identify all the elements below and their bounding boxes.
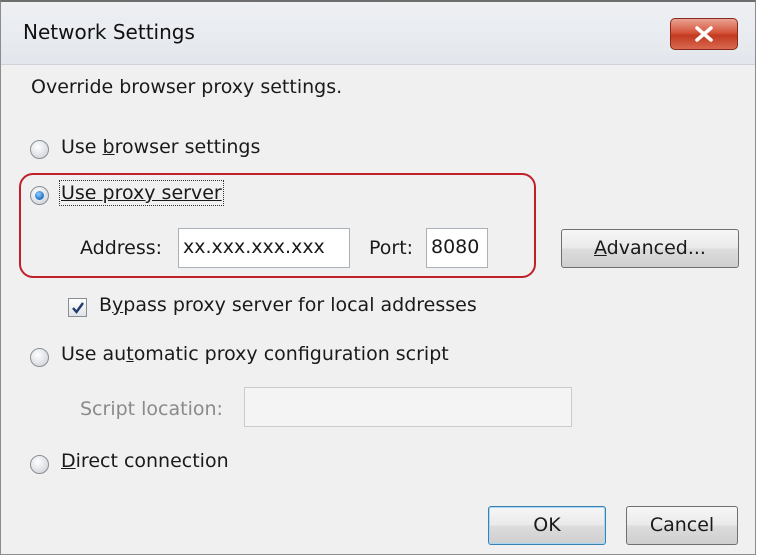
- checkmark-icon: [72, 302, 84, 314]
- ok-button[interactable]: OK: [488, 506, 606, 545]
- close-icon: [695, 26, 713, 42]
- advanced-button[interactable]: Advanced...: [561, 229, 739, 268]
- radio-auto-config-script[interactable]: [30, 348, 49, 367]
- script-location-field[interactable]: [244, 387, 572, 427]
- dialog-description: Override browser proxy settings.: [31, 76, 343, 98]
- radio-use-proxy-server-label[interactable]: Use proxy server: [59, 180, 224, 206]
- script-location-label: Script location:: [80, 398, 223, 420]
- radio-direct-connection[interactable]: [30, 455, 49, 474]
- radio-direct-connection-label[interactable]: Direct connection: [61, 450, 229, 472]
- bypass-checkbox[interactable]: [68, 298, 87, 317]
- bypass-checkbox-label[interactable]: Bypass proxy server for local addresses: [99, 294, 477, 316]
- radio-browser-settings-label[interactable]: Use browser settings: [61, 136, 260, 158]
- close-button[interactable]: [670, 18, 738, 50]
- radio-use-proxy-server[interactable]: [30, 186, 49, 205]
- address-label: Address:: [80, 237, 163, 259]
- port-field[interactable]: 8080: [426, 228, 488, 268]
- network-settings-dialog: Network Settings Override browser proxy …: [0, 0, 756, 555]
- port-label: Port:: [369, 237, 414, 259]
- address-field[interactable]: xx.xxx.xxx.xxx: [178, 228, 350, 268]
- radio-browser-settings[interactable]: [30, 140, 49, 159]
- cancel-button[interactable]: Cancel: [626, 506, 738, 545]
- title-bar: Network Settings: [1, 2, 755, 65]
- dialog-title: Network Settings: [23, 20, 195, 44]
- radio-auto-config-script-label[interactable]: Use automatic proxy configuration script: [61, 343, 449, 365]
